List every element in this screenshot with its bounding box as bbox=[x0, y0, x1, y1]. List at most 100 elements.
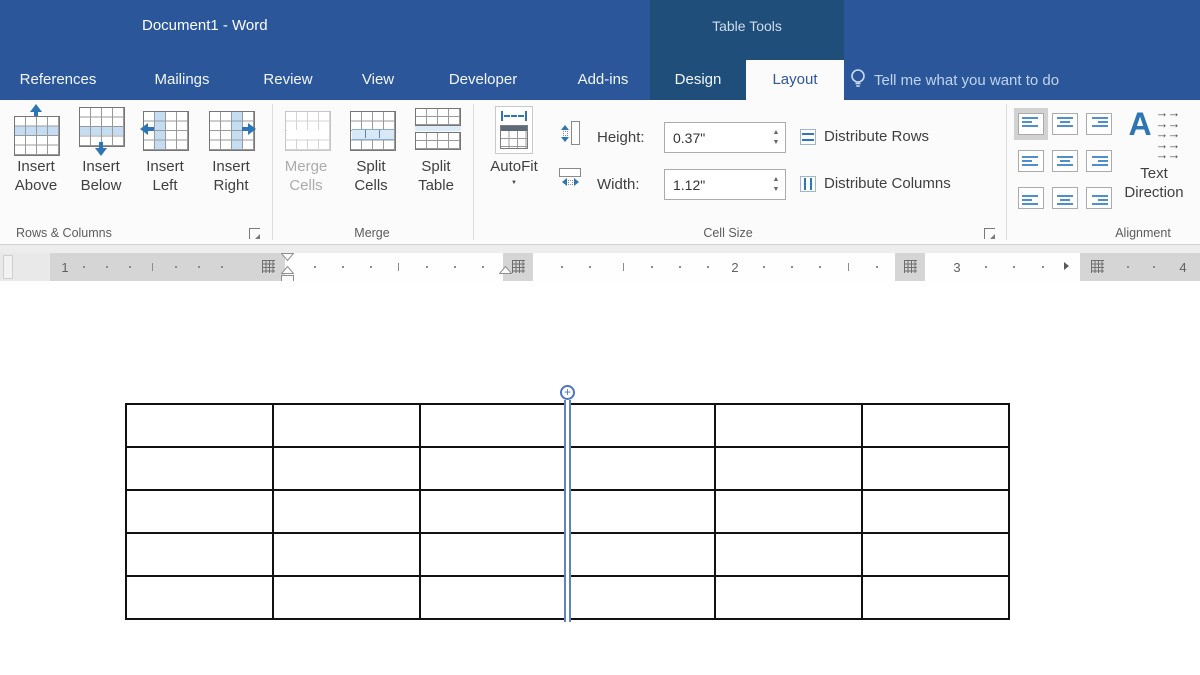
table-cell[interactable] bbox=[127, 448, 272, 489]
table-cell[interactable] bbox=[274, 491, 419, 532]
table-cell[interactable] bbox=[421, 448, 566, 489]
insert-column-button[interactable]: + bbox=[560, 385, 575, 400]
tab-layout[interactable]: Layout bbox=[746, 60, 844, 100]
tab-review[interactable]: Review bbox=[252, 60, 324, 100]
height-field-label: Height: bbox=[597, 129, 645, 146]
table-cell[interactable] bbox=[421, 534, 566, 575]
text-direction-button[interactable]: A →→→→→→→→→→ Text Direction bbox=[1110, 108, 1198, 202]
table-cell[interactable] bbox=[127, 534, 272, 575]
align-top-left-button[interactable] bbox=[1014, 108, 1048, 140]
align-bottom-center-icon bbox=[1052, 187, 1078, 209]
move-table-column-marker[interactable] bbox=[1091, 260, 1104, 273]
rows-columns-dialog-launcher[interactable] bbox=[249, 228, 260, 239]
ruler-inch-number: 2 bbox=[731, 260, 738, 275]
align-bottom-center-button[interactable] bbox=[1048, 182, 1082, 214]
tab-developer[interactable]: Developer bbox=[434, 60, 532, 100]
width-input[interactable]: 1.12" ▲ ▼ bbox=[664, 169, 786, 200]
tab-add-ins[interactable]: Add-ins bbox=[566, 60, 640, 100]
table-cell[interactable] bbox=[863, 405, 1008, 446]
table-cell[interactable] bbox=[421, 405, 566, 446]
table-cell[interactable] bbox=[863, 491, 1008, 532]
table-cell[interactable] bbox=[274, 448, 419, 489]
spin-down-icon[interactable]: ▼ bbox=[773, 186, 780, 193]
selected-column-border[interactable] bbox=[564, 400, 571, 622]
table-row-height-icon bbox=[561, 121, 580, 145]
table-cell[interactable] bbox=[716, 491, 861, 532]
align-top-center-button[interactable] bbox=[1048, 108, 1082, 140]
tab-stop-selector[interactable] bbox=[3, 255, 13, 279]
distribute-columns-icon bbox=[800, 176, 816, 192]
insert-above-button[interactable]: Insert Above bbox=[8, 106, 64, 195]
ruler-inch-number: 3 bbox=[953, 260, 960, 275]
width-value[interactable]: 1.12" bbox=[665, 177, 767, 193]
align-center-button[interactable] bbox=[1048, 145, 1082, 177]
split-cells-button[interactable]: Split Cells bbox=[342, 106, 400, 195]
tell-me-search[interactable]: Tell me what you want to do bbox=[850, 60, 1059, 100]
table-cell[interactable] bbox=[716, 448, 861, 489]
move-table-column-marker[interactable] bbox=[904, 260, 917, 273]
distribute-columns-label: Distribute Columns bbox=[824, 175, 951, 192]
insert-above-icon bbox=[13, 106, 59, 154]
table-cell[interactable] bbox=[127, 405, 272, 446]
spin-up-icon[interactable]: ▲ bbox=[773, 176, 780, 183]
distribute-rows-button[interactable]: Distribute Rows bbox=[800, 128, 929, 145]
height-input[interactable]: 0.37" ▲ ▼ bbox=[664, 122, 786, 153]
distribute-columns-button[interactable]: Distribute Columns bbox=[800, 175, 951, 192]
merge-cells-button[interactable]: Merge Cells bbox=[277, 106, 335, 195]
ruler-tick bbox=[314, 266, 316, 268]
table-cell[interactable] bbox=[863, 577, 1008, 618]
distribute-rows-icon bbox=[800, 129, 816, 145]
split-table-label: Split Table bbox=[407, 157, 465, 195]
ruler-tick bbox=[342, 266, 344, 268]
tab-references[interactable]: References bbox=[10, 60, 106, 100]
hanging-indent-marker[interactable] bbox=[499, 266, 512, 275]
ruler-half-inch-tick bbox=[848, 263, 849, 271]
table-cell[interactable] bbox=[421, 577, 566, 618]
table-cell[interactable] bbox=[569, 577, 714, 618]
insert-left-button[interactable]: Insert Left bbox=[137, 106, 193, 195]
lightbulb-icon bbox=[850, 67, 866, 93]
indent-markers[interactable] bbox=[281, 253, 294, 284]
split-table-button[interactable]: Split Table bbox=[407, 106, 465, 195]
table-cell[interactable] bbox=[274, 577, 419, 618]
move-table-column-marker[interactable] bbox=[262, 260, 275, 273]
insert-below-button[interactable]: Insert Below bbox=[73, 106, 129, 195]
table-cell[interactable] bbox=[716, 405, 861, 446]
align-center-left-button[interactable] bbox=[1014, 145, 1048, 177]
group-separator bbox=[1006, 104, 1007, 240]
insert-right-button[interactable]: Insert Right bbox=[203, 106, 259, 195]
tab-view[interactable]: View bbox=[352, 60, 404, 100]
spin-up-icon[interactable]: ▲ bbox=[773, 129, 780, 136]
insert-below-label: Insert Below bbox=[73, 157, 129, 195]
width-spinner[interactable]: ▲ ▼ bbox=[767, 176, 785, 193]
table-cell[interactable] bbox=[274, 405, 419, 446]
table-cell[interactable] bbox=[863, 534, 1008, 575]
align-center-icon bbox=[1052, 150, 1078, 172]
move-table-column-marker[interactable] bbox=[512, 260, 525, 273]
height-value[interactable]: 0.37" bbox=[665, 130, 767, 146]
document-area[interactable]: + bbox=[0, 281, 1200, 675]
tab-design[interactable]: Design bbox=[660, 60, 736, 100]
cell-size-dialog-launcher[interactable] bbox=[984, 228, 995, 239]
table-cell[interactable] bbox=[569, 534, 714, 575]
table-cell[interactable] bbox=[569, 448, 714, 489]
ruler-tick bbox=[175, 266, 177, 268]
spin-down-icon[interactable]: ▼ bbox=[773, 139, 780, 146]
table-cell[interactable] bbox=[863, 448, 1008, 489]
right-indent-marker-icon[interactable] bbox=[1064, 262, 1069, 270]
height-spinner[interactable]: ▲ ▼ bbox=[767, 129, 785, 146]
table-cell[interactable] bbox=[421, 491, 566, 532]
table-cell[interactable] bbox=[569, 491, 714, 532]
group-separator bbox=[272, 104, 273, 240]
ribbon-bottom-strip bbox=[0, 244, 1200, 253]
distribute-rows-label: Distribute Rows bbox=[824, 128, 929, 145]
align-bottom-left-button[interactable] bbox=[1014, 182, 1048, 214]
table-cell[interactable] bbox=[716, 534, 861, 575]
tab-mailings[interactable]: Mailings bbox=[140, 60, 224, 100]
table-cell[interactable] bbox=[127, 577, 272, 618]
table-cell[interactable] bbox=[274, 534, 419, 575]
autofit-button[interactable]: AutoFit ▼ bbox=[485, 106, 543, 186]
table-cell[interactable] bbox=[127, 491, 272, 532]
table-cell[interactable] bbox=[569, 405, 714, 446]
table-cell[interactable] bbox=[716, 577, 861, 618]
